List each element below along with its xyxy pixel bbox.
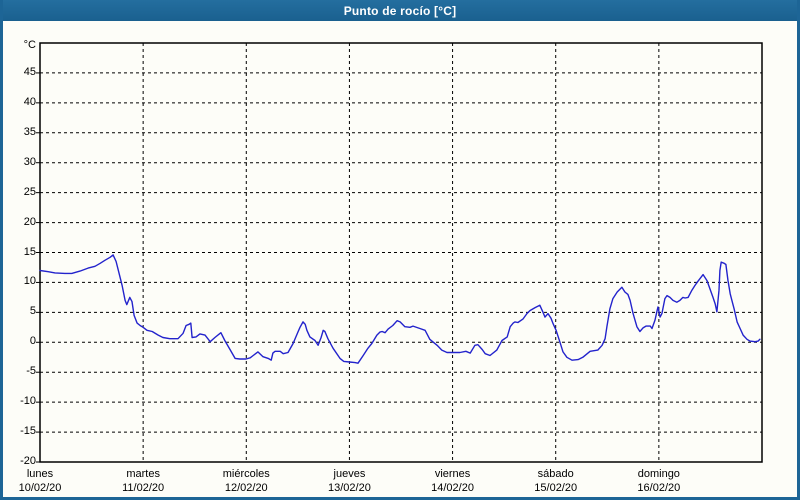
y-tick-label: 25 [3,186,36,199]
y-tick-label: 20 [3,216,36,229]
y-tick-label: -15 [3,425,36,438]
x-day-label: sábado15/02/20 [511,467,601,495]
day-date: 14/02/20 [408,481,498,495]
day-date: 12/02/20 [201,481,291,495]
x-day-label: martes11/02/20 [98,467,188,495]
chart-area: °C 454035302520151050-5-10-15-20 lunes10… [3,21,797,497]
day-date: 16/02/20 [614,481,704,495]
y-tick-label: 10 [3,275,36,288]
y-axis-unit: °C [3,39,36,51]
y-tick-label: 0 [3,335,36,348]
day-date: 11/02/20 [98,481,188,495]
y-tick-label: 15 [3,246,36,259]
day-name: jueves [304,467,394,481]
title-bar: Punto de rocío [°C] [3,0,797,21]
y-tick-label: 35 [3,126,36,139]
y-tick-label: -10 [3,395,36,408]
x-day-label: domingo16/02/20 [614,467,704,495]
dew-point-line [40,255,760,363]
y-tick-label: -5 [3,365,36,378]
day-name: sábado [511,467,601,481]
day-date: 13/02/20 [304,481,394,495]
y-tick-label: 45 [3,66,36,79]
chart-title: Punto de rocío [°C] [344,4,457,18]
day-name: viernes [408,467,498,481]
plot-canvas [3,21,797,497]
day-name: miércoles [201,467,291,481]
day-name: domingo [614,467,704,481]
x-day-label: jueves13/02/20 [304,467,394,495]
day-name: lunes [0,467,85,481]
chart-window: Punto de rocío [°C] °C 45 40 35 30 25 20 15 10 5… [0,0,800,500]
day-date: 10/02/20 [0,481,85,495]
x-day-label: viernes14/02/20 [408,467,498,495]
x-day-label: lunes10/02/20 [0,467,85,495]
y-tick-label: 30 [3,156,36,169]
day-date: 15/02/20 [511,481,601,495]
day-name: martes [98,467,188,481]
x-day-label: miércoles12/02/20 [201,467,291,495]
y-tick-label: 40 [3,96,36,109]
y-tick-label: 5 [3,305,36,318]
